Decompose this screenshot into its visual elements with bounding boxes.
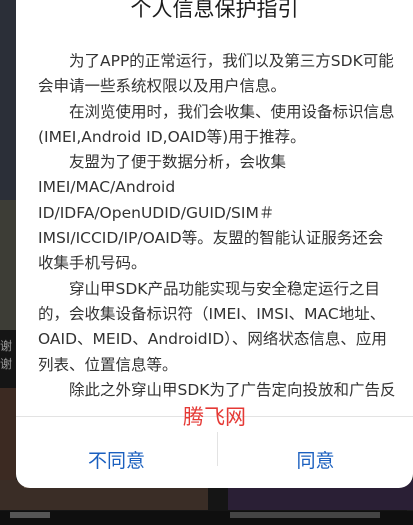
dialog-content-scroll[interactable]: 为了APP的正常运行，我们以及第三方SDK可能会申请一些系统权限以及用户信息。 … [38,49,396,397]
privacy-dialog: 个人信息保护指引 为了APP的正常运行，我们以及第三方SDK可能会申请一些系统权… [16,0,413,488]
policy-paragraph: 在浏览使用时，我们会收集、使用设备标识信息(IMEI,Android ID,OA… [38,102,395,146]
policy-paragraph: 除此之外穿山甲SDK为了广告定向投放和广告反作弊，会通过读取设备wifi列表、w… [69,380,396,397]
background-text: 谢 谢 [0,337,16,373]
background-label: 谢 [0,357,13,371]
dialog-title: 个人信息保护指引 [130,0,299,21]
background-label: 谢 [0,339,13,353]
agree-button[interactable]: 同意 [218,448,413,474]
background-bottom-strip [0,511,413,525]
policy-paragraph: 友盟为了便于数据分析，会收集IMEI/MAC/Android ID/IDFA/O… [38,153,384,273]
background-thumbnail [0,0,16,200]
policy-paragraph: 为了APP的正常运行，我们以及第三方SDK可能会申请一些系统权限以及用户信息。 [38,52,394,96]
policy-paragraph: 穿山甲SDK产品功能实现与安全稳定运行之目的，会收集设备标识符（IMEI、IMS… [38,279,387,374]
background-thumbnail [0,200,16,330]
watermark-text: 腾飞网 [183,405,246,429]
disagree-button[interactable]: 不同意 [16,448,217,474]
